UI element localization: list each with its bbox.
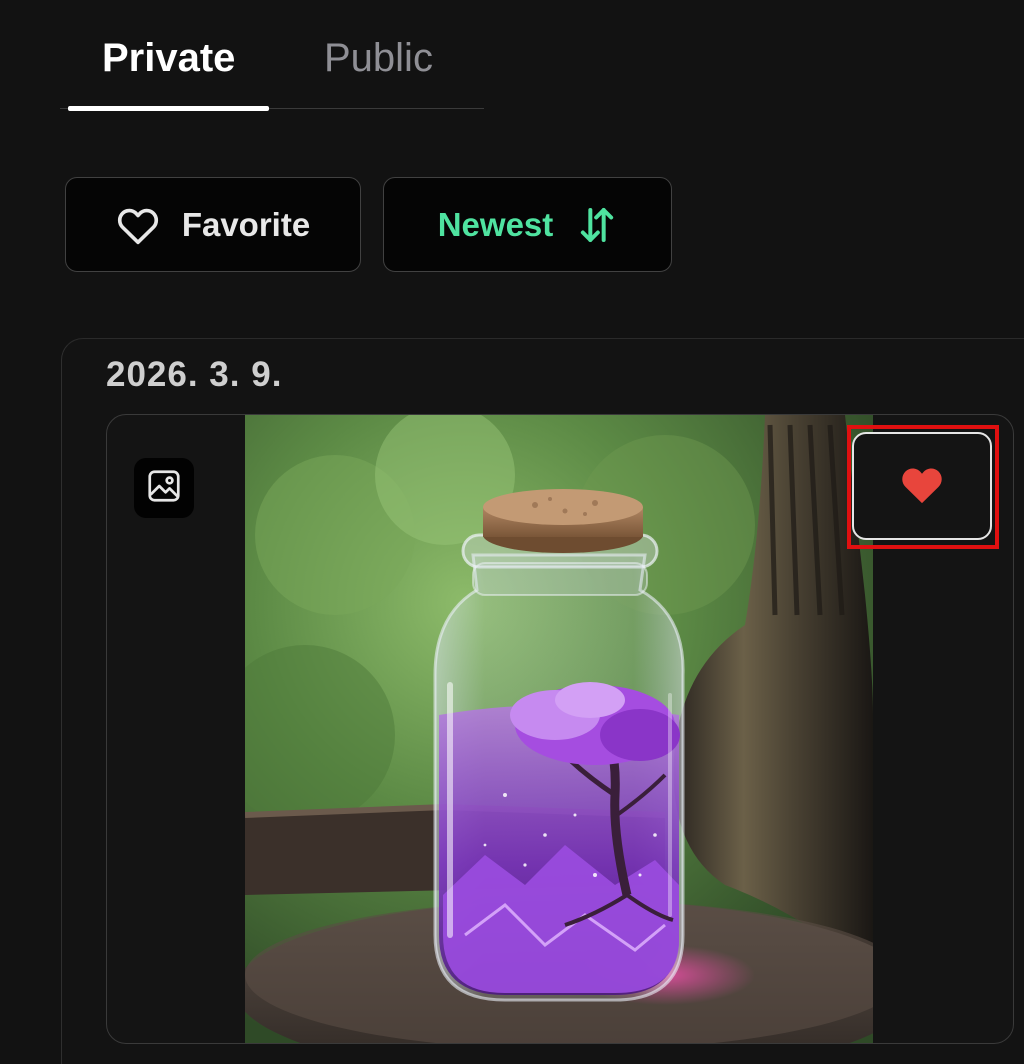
- date-heading: 2026. 3. 9.: [106, 355, 283, 394]
- sort-arrows-icon: [577, 205, 617, 245]
- tab-bar: Private Public: [60, 0, 484, 112]
- heart-outline-icon: [116, 205, 160, 245]
- tab-public[interactable]: Public: [324, 34, 433, 82]
- tab-private[interactable]: Private: [102, 34, 235, 82]
- sort-newest-button[interactable]: Newest: [383, 177, 672, 272]
- gallery-page: Private Public Favorite Newest 2026. 3. …: [0, 0, 1024, 1064]
- sort-label: Newest: [437, 205, 554, 243]
- image-icon: [145, 467, 183, 510]
- image-type-badge: [134, 458, 194, 518]
- favorite-filter-button[interactable]: Favorite: [65, 177, 361, 272]
- heart-filled-icon: [899, 463, 945, 510]
- favorite-filter-label: Favorite: [181, 205, 311, 243]
- favorite-toggle-button[interactable]: [852, 432, 992, 540]
- active-tab-indicator: [68, 106, 269, 111]
- generated-image[interactable]: [245, 415, 873, 1043]
